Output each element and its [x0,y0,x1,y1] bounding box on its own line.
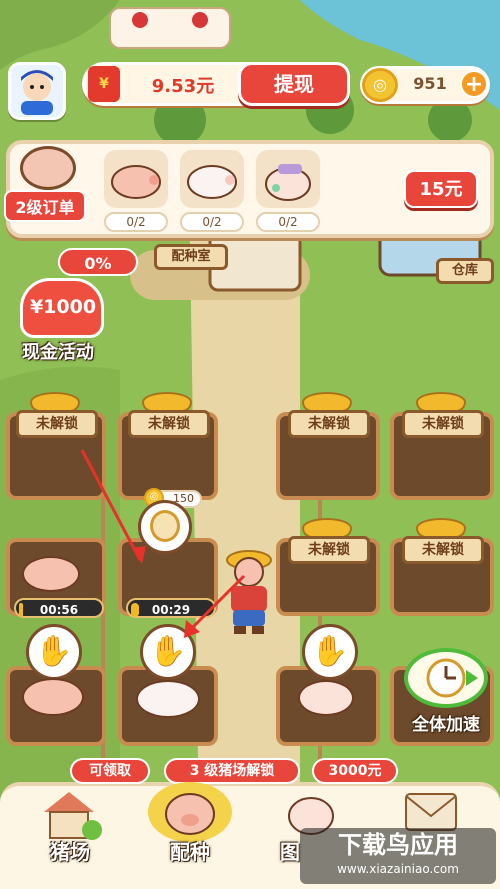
house-shape [44,792,102,840]
farm-claim-tip: 可领取 [70,758,150,784]
watermark-url: www.xiazainiao.com [337,862,459,876]
pig-face-shape [165,793,215,835]
nav-breeding[interactable]: 配种 [150,836,230,865]
nav-farm[interactable]: 猪场 [30,836,110,865]
breeding-pig-icon[interactable] [148,782,232,842]
reward-tip: 3000元 [312,758,398,784]
farm-house-icon[interactable] [34,786,104,842]
game-scene: ¥ 9.53元 提现 ◎ 951 + 2级订单 0/2 0/2 0/2 15元 … [0,0,500,889]
tutorial-arrows [80,449,246,638]
breeding-unlock-tip: 3 级猪场解锁 [164,758,300,784]
